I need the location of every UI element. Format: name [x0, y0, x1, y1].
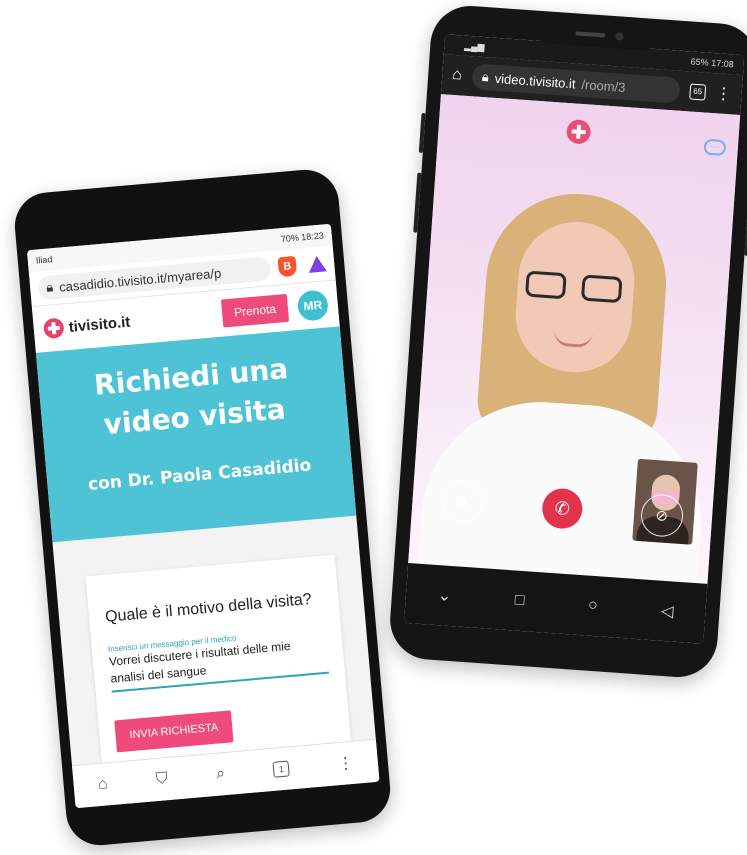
left-phone: Iliad 70% 18:23 🔒︎ casadidio.tivisito.it…: [12, 167, 393, 848]
send-request-button[interactable]: INVIA RICHIESTA: [114, 710, 234, 753]
search-icon[interactable]: ⌕: [215, 765, 226, 784]
left-phone-screen: Iliad 70% 18:23 🔒︎ casadidio.tivisito.it…: [26, 223, 380, 809]
front-camera: [615, 32, 624, 41]
hero-subtitle: con Dr. Paola Casadidio: [87, 455, 313, 495]
avatar[interactable]: MR: [296, 289, 330, 322]
lock-icon: 🔒︎: [45, 279, 54, 295]
logo-text: tivisito.it: [68, 313, 131, 336]
carrier-label: Iliad: [35, 254, 53, 266]
lock-icon: 🔒︎: [481, 68, 490, 85]
hero-banner: Richiedi una video visita con Dr. Paola …: [35, 326, 357, 543]
home-icon[interactable]: ⌂: [452, 66, 463, 85]
request-form-card: Quale è il motivo della visita? Inserisc…: [85, 554, 353, 776]
recents-icon[interactable]: □: [514, 592, 525, 611]
back-icon[interactable]: ◁: [661, 601, 675, 622]
right-phone: ▂▄▆ 65% 17:08 ⌂ 🔒︎ video.tivisito.it/roo…: [387, 3, 747, 680]
battery-level: 65%: [690, 56, 710, 68]
home-circle-icon[interactable]: ○: [587, 597, 598, 616]
chevron-down-icon[interactable]: ⌄: [437, 585, 452, 606]
hang-up-icon[interactable]: ✆: [540, 487, 584, 530]
form-question: Quale è il motivo della visita?: [104, 590, 313, 626]
status-time: 17:08: [710, 57, 735, 70]
url-text: casadidio.tivisito.it/myarea/p: [58, 265, 222, 295]
triangle-icon[interactable]: [307, 255, 327, 273]
site-logo[interactable]: tivisito.it: [42, 312, 131, 340]
volume-button-lower: [413, 172, 422, 233]
speaker-grille: [575, 31, 606, 38]
battery-level: 70%: [280, 232, 300, 245]
logo-cross-icon: [565, 119, 592, 145]
volume-button: [418, 112, 426, 153]
more-menu-icon[interactable]: ⋮: [337, 753, 355, 774]
logo-cross-icon: [42, 317, 65, 340]
tabs-count[interactable]: 1: [272, 760, 291, 778]
chat-icon[interactable]: ···: [703, 138, 727, 157]
brave-lion-icon[interactable]: B: [277, 255, 298, 278]
more-menu-icon[interactable]: ⋮: [715, 83, 732, 104]
hero-title: Richiedi una video visita: [92, 352, 290, 442]
prenota-button[interactable]: Prenota: [220, 293, 290, 328]
video-camera-icon[interactable]: ■: [440, 479, 486, 525]
tabs-count[interactable]: 65: [689, 83, 707, 101]
home-icon[interactable]: ⌂: [97, 775, 108, 794]
url-path: /room/3: [580, 76, 626, 95]
url-domain: video.tivisito.it: [494, 70, 577, 91]
bookmark-icon[interactable]: ⛉: [155, 770, 169, 789]
mic-off-icon[interactable]: ⊘: [639, 493, 685, 538]
right-phone-screen: ▂▄▆ 65% 17:08 ⌂ 🔒︎ video.tivisito.it/roo…: [403, 34, 745, 644]
status-time: 18:23: [300, 230, 325, 243]
signal-icons: ▂▄▆: [464, 40, 485, 52]
